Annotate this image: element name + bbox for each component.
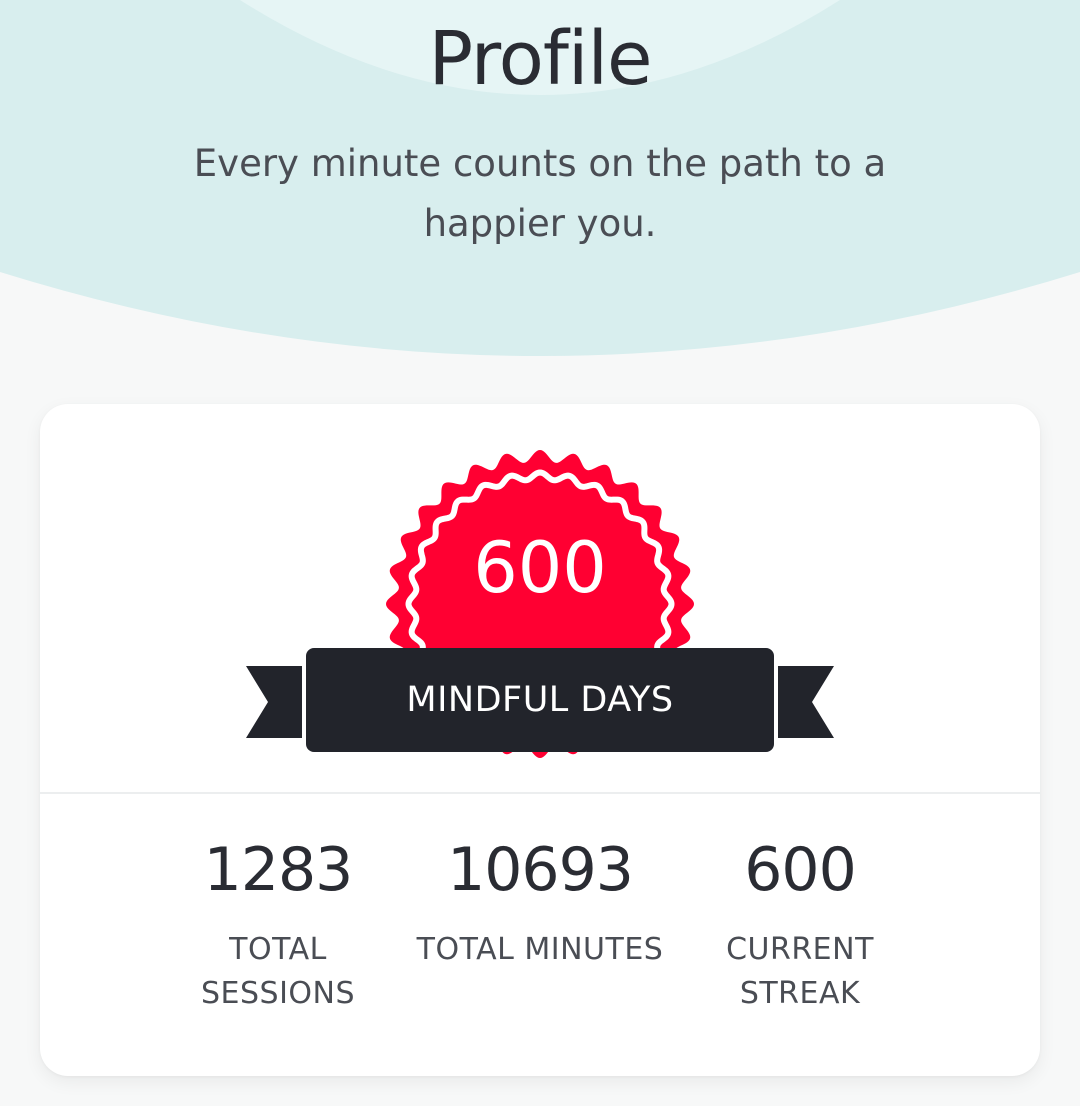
stat-value: 1283 <box>203 835 354 905</box>
stat-total-minutes: 10693 TOTAL MINUTES <box>410 830 670 972</box>
stat-total-sessions: 1283 TOTAL SESSIONS <box>148 830 408 1016</box>
stat-label: CURRENT STREAK <box>726 932 874 1011</box>
stat-label: TOTAL SESSIONS <box>200 932 356 1011</box>
stat-value: 10693 <box>447 835 634 905</box>
stat-label: TOTAL MINUTES <box>416 932 664 967</box>
mindful-days-count: 600 <box>473 527 607 609</box>
stats-card: 600 MINDFUL DAYS 1283 TOTAL SESSIONS 106… <box>40 404 1040 1076</box>
mindful-days-label: MINDFUL DAYS <box>406 680 674 720</box>
card-divider <box>40 792 1040 794</box>
stat-current-streak: 600 CURRENT STREAK <box>670 830 930 1016</box>
stat-value: 600 <box>744 835 857 905</box>
page-title: Profile <box>428 16 652 102</box>
page-subtitle: Every minute counts on the path to a hap… <box>193 142 887 245</box>
